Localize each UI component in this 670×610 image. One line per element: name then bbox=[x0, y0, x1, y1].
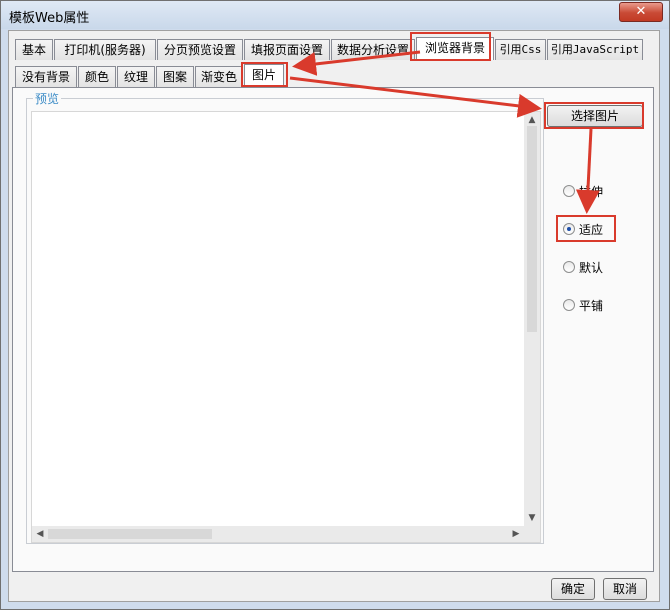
tab-gradient[interactable]: 渐变色 bbox=[195, 66, 243, 87]
scroll-right-icon[interactable]: ▶ bbox=[508, 526, 524, 542]
cancel-button[interactable]: 取消 bbox=[603, 578, 647, 600]
tab-reference-javascript[interactable]: 引用JavaScript bbox=[547, 39, 643, 60]
tab-data-analysis-settings[interactable]: 数据分析设置 bbox=[331, 39, 415, 60]
scroll-left-icon[interactable]: ◀ bbox=[32, 526, 48, 542]
preview-group: 预览 ▲ ▼ ◀ ▶ bbox=[26, 90, 544, 544]
highlight-image-tab bbox=[241, 62, 288, 87]
tab-no-background[interactable]: 没有背景 bbox=[15, 66, 77, 87]
tab-pattern[interactable]: 图案 bbox=[156, 66, 194, 87]
close-button[interactable]: ✕ bbox=[619, 2, 663, 22]
highlight-select-image-button bbox=[544, 102, 644, 129]
option-stretch-label: 拉伸 bbox=[579, 185, 604, 199]
highlight-browser-background-tab bbox=[410, 32, 491, 61]
tab-basic[interactable]: 基本 bbox=[15, 39, 53, 60]
image-background-panel: 预览 ▲ ▼ ◀ ▶ bbox=[12, 87, 654, 572]
tab-color[interactable]: 颜色 bbox=[78, 66, 116, 87]
title-bar: 模板Web属性 ✕ bbox=[1, 1, 669, 29]
option-default-label: 默认 bbox=[579, 261, 604, 275]
scroll-down-icon[interactable]: ▼ bbox=[524, 510, 540, 526]
preview-area: ▲ ▼ ◀ ▶ bbox=[31, 111, 541, 543]
close-icon: ✕ bbox=[635, 4, 647, 19]
tab-fill-page-settings[interactable]: 填报页面设置 bbox=[244, 39, 330, 60]
horizontal-scroll-thumb[interactable] bbox=[48, 529, 212, 539]
main-tab-strip: 基本 打印机(服务器) 分页预览设置 填报页面设置 数据分析设置 浏览器背景 引… bbox=[13, 37, 653, 61]
tab-printer-server[interactable]: 打印机(服务器) bbox=[54, 39, 156, 60]
vertical-scrollbar[interactable]: ▲ ▼ bbox=[524, 112, 540, 526]
radio-tile[interactable] bbox=[563, 299, 575, 311]
scrollbar-corner bbox=[524, 526, 540, 542]
radio-default[interactable] bbox=[563, 261, 575, 273]
horizontal-scrollbar[interactable]: ◀ ▶ bbox=[32, 526, 524, 542]
vertical-scroll-thumb[interactable] bbox=[527, 126, 537, 332]
tab-page-preview-settings[interactable]: 分页预览设置 bbox=[157, 39, 243, 60]
highlight-fit-option bbox=[556, 215, 616, 242]
ok-button[interactable]: 确定 bbox=[551, 578, 595, 600]
tab-reference-css[interactable]: 引用Css bbox=[495, 39, 546, 60]
radio-stretch[interactable] bbox=[563, 185, 575, 197]
tab-texture[interactable]: 纹理 bbox=[117, 66, 155, 87]
window-title: 模板Web属性 bbox=[9, 11, 90, 26]
option-tile-label: 平铺 bbox=[579, 299, 604, 313]
preview-label: 预览 bbox=[33, 90, 62, 107]
